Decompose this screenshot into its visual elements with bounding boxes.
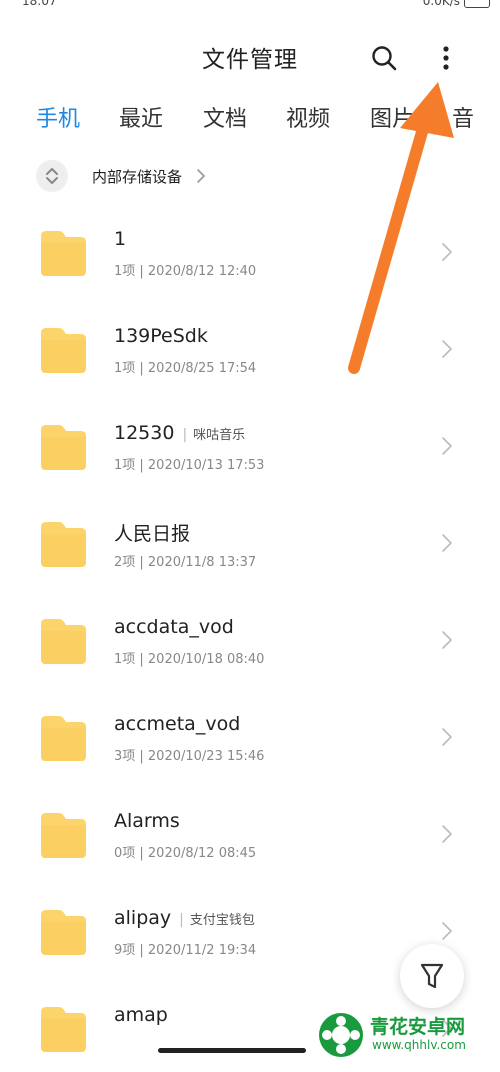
folder-icon <box>41 716 86 761</box>
folder-icon <box>41 328 86 373</box>
status-time: 18:07 <box>22 0 57 8</box>
tab-videos[interactable]: 视频 <box>286 101 330 133</box>
folder-name: 12530 <box>114 422 175 444</box>
file-name: 1 <box>114 228 126 250</box>
file-meta: 1项 | 2020/10/18 08:40 <box>114 652 265 667</box>
folder-name: 139PeSdk <box>114 325 208 347</box>
chevron-right-icon <box>442 340 452 358</box>
watermark-logo: 青花安卓网 www.qhhlv.com <box>316 1008 500 1060</box>
page-title: 文件管理 <box>202 47 298 73</box>
file-name: 人民日报 <box>114 519 190 546</box>
chevron-right-icon <box>442 437 452 455</box>
title-bar: 文件管理 <box>0 30 500 86</box>
unfold-icon <box>46 168 58 184</box>
tab-images[interactable]: 图片 <box>370 101 414 133</box>
chevron-right-icon <box>442 243 452 261</box>
folder-icon <box>41 425 86 470</box>
more-options-button[interactable] <box>432 42 460 74</box>
storage-label[interactable]: 内部存储设备 <box>92 166 182 187</box>
tab-audio[interactable]: 音 <box>452 101 474 133</box>
tab-documents[interactable]: 文档 <box>203 101 247 133</box>
flower-logo-icon <box>319 1013 363 1057</box>
file-meta: 0项 | 2020/8/12 08:45 <box>114 846 257 861</box>
home-indicator[interactable] <box>158 1048 306 1053</box>
file-row[interactable]: 1 1项 | 2020/8/12 12:40 <box>0 200 500 296</box>
file-meta: 3项 | 2020/10/23 15:46 <box>114 749 265 764</box>
watermark-url: www.qhhlv.com <box>372 1038 466 1052</box>
file-name: accdata_vod <box>114 616 234 638</box>
file-name: alipay | 支付宝钱包 <box>114 907 255 929</box>
chevron-right-icon <box>197 169 205 183</box>
chevron-right-icon <box>442 728 452 746</box>
file-meta: 2项 | 2020/11/8 13:37 <box>114 555 257 570</box>
folder-icon <box>41 522 86 567</box>
tab-recent[interactable]: 最近 <box>119 101 163 133</box>
file-name: 12530 | 咪咕音乐 <box>114 422 245 444</box>
file-meta: 1项 | 2020/8/12 12:40 <box>114 264 257 279</box>
name-separator: | <box>182 427 188 443</box>
tab-phone[interactable]: 手机 <box>36 101 80 133</box>
watermark-name: 青花安卓网 <box>370 1016 466 1038</box>
folder-icon <box>41 813 86 858</box>
chevron-right-icon <box>442 922 452 940</box>
app-name: 咪咕音乐 <box>193 428 246 443</box>
folder-name: Alarms <box>114 810 180 832</box>
file-name: amap <box>114 1004 168 1026</box>
file-row[interactable]: 12530 | 咪咕音乐 1项 | 2020/10/13 17:53 <box>0 394 500 490</box>
file-name: accmeta_vod <box>114 713 240 735</box>
file-name: 139PeSdk <box>114 325 208 347</box>
file-row[interactable]: 139PeSdk 1项 | 2020/8/25 17:54 <box>0 297 500 393</box>
folder-icon <box>41 231 86 276</box>
filter-button[interactable] <box>400 944 464 1008</box>
chevron-right-icon <box>442 631 452 649</box>
search-button[interactable] <box>368 42 400 74</box>
search-icon <box>372 46 397 71</box>
file-row[interactable]: 人民日报 2项 | 2020/11/8 13:37 <box>0 491 500 587</box>
folder-name: accmeta_vod <box>114 713 241 735</box>
filter-icon <box>420 963 444 989</box>
folder-name: 人民日报 <box>114 523 191 545</box>
file-row[interactable]: accdata_vod 1项 | 2020/10/18 08:40 <box>0 588 500 684</box>
chevron-right-icon <box>442 534 452 552</box>
file-row[interactable]: Alarms 0项 | 2020/8/12 08:45 <box>0 782 500 878</box>
file-meta: 1项 | 2020/8/25 17:54 <box>114 361 257 376</box>
status-bar: 18:07 0.0K/s <box>0 0 500 14</box>
file-meta: 9项 | 2020/11/2 19:34 <box>114 943 257 958</box>
file-name: Alarms <box>114 810 180 832</box>
app-name: 支付宝钱包 <box>189 913 255 928</box>
category-tabs: 手机 最近 文档 视频 图片 音 <box>0 96 500 140</box>
folder-name: accdata_vod <box>114 616 234 638</box>
name-separator: | <box>179 912 184 928</box>
network-speed: 0.0K/s <box>422 0 460 8</box>
chevron-right-icon <box>442 825 452 843</box>
folder-name: 1 <box>114 228 127 250</box>
file-row[interactable]: accmeta_vod 3项 | 2020/10/23 15:46 <box>0 685 500 781</box>
folder-icon <box>41 1007 86 1052</box>
folder-name: alipay <box>114 907 172 929</box>
more-vertical-icon <box>443 46 449 70</box>
file-meta: 1项 | 2020/10/13 17:53 <box>114 458 265 473</box>
battery-icon <box>464 0 490 8</box>
folder-icon <box>41 619 86 664</box>
folder-icon <box>41 910 86 955</box>
expand-collapse-button[interactable] <box>36 160 68 192</box>
folder-name: amap <box>114 1004 168 1026</box>
